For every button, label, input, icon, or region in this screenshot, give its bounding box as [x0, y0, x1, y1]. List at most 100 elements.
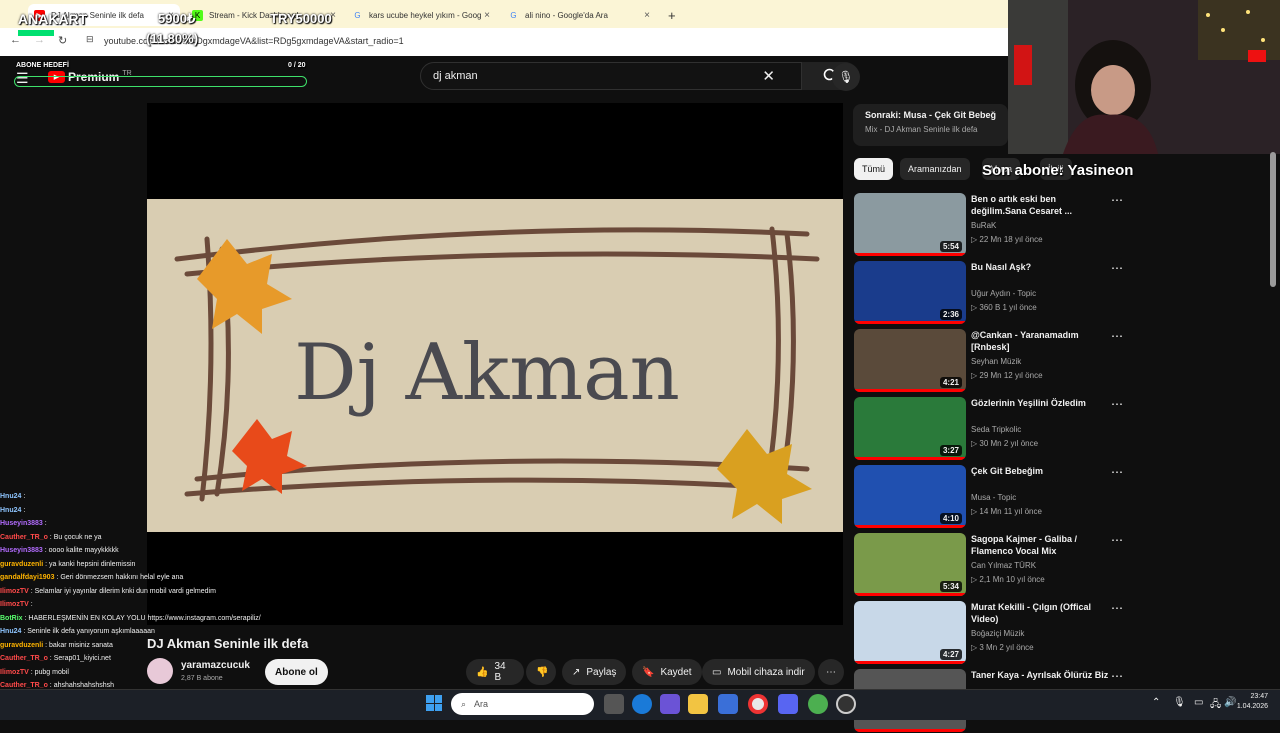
mic-tray-icon[interactable]: 🎙: [1173, 697, 1186, 708]
video-duration: 4:21: [939, 377, 962, 388]
voice-search-button[interactable]: 🎙: [832, 63, 860, 91]
chip-from-search[interactable]: Aramanızdan: [900, 158, 970, 180]
more-icon[interactable]: ⋯: [1111, 193, 1123, 207]
share-button[interactable]: ↗ Paylaş: [562, 659, 627, 685]
close-icon[interactable]: ×: [484, 10, 490, 21]
more-icon[interactable]: ⋯: [1111, 397, 1123, 411]
share-label: Paylaş: [586, 666, 617, 678]
video-title[interactable]: Gözlerinin Yeşilini Özledim: [971, 397, 1111, 409]
video-thumbnail[interactable]: 4:10: [854, 465, 966, 528]
chip-all[interactable]: Tümü: [854, 158, 894, 180]
up-next-panel[interactable]: Sonraki: Musa - Çek Git Bebeğim ( Mix - …: [853, 104, 1008, 146]
recommended-video[interactable]: 3:27 Gözlerinin Yeşilini Özledim Seda Trip…: [854, 397, 1144, 461]
download-button[interactable]: ▭ Mobil cihaza indir: [702, 659, 815, 685]
watch-progress-bar: [854, 253, 966, 256]
obs-icon[interactable]: [836, 694, 856, 714]
chevron-up-icon[interactable]: ⌃: [1152, 697, 1160, 708]
windows-start-icon[interactable]: [426, 695, 442, 711]
chrome-profile-icon[interactable]: [808, 694, 828, 714]
store-icon[interactable]: [718, 694, 738, 714]
tab-google-2[interactable]: G ali nino - Google'da Ara ×: [502, 4, 656, 26]
clock[interactable]: 23:47 1.04.2026: [1234, 693, 1268, 710]
video-title[interactable]: Taner Kaya - Ayrılsak Ölürüz Biz: [971, 669, 1111, 681]
video-title[interactable]: Çek Git Bebeğim: [971, 465, 1111, 477]
network-icon[interactable]: 🖧: [1210, 697, 1221, 714]
more-icon[interactable]: ⋯: [1111, 465, 1123, 479]
chat-message: Cauther_TR_o : Bu çocuk ne ya: [0, 531, 340, 545]
video-title[interactable]: Bu Nasıl Aşk?: [971, 261, 1111, 273]
channel-name[interactable]: Seda Tripkolic: [971, 425, 1021, 434]
copilot-icon[interactable]: [660, 694, 680, 714]
more-icon[interactable]: ⋯: [1111, 329, 1123, 343]
folder-icon[interactable]: [688, 694, 708, 714]
video-thumbnail[interactable]: 3:27: [854, 397, 966, 460]
more-actions-button[interactable]: ⋯: [818, 659, 844, 685]
chat-username[interactable]: IlimozTV: [0, 601, 29, 608]
discord-icon[interactable]: [778, 694, 798, 714]
video-thumbnail[interactable]: 5:54: [854, 193, 966, 256]
chat-username[interactable]: BotRix: [0, 615, 23, 622]
recommended-video[interactable]: 4:27 Murat Kekilli - Çılgın (Offical Vide…: [854, 601, 1144, 665]
chat-username[interactable]: IlimozTV: [0, 669, 29, 676]
more-icon[interactable]: ⋯: [1111, 669, 1123, 683]
chat-username[interactable]: Cauther_TR_o: [0, 682, 48, 689]
recommended-video[interactable]: 5:34 Sagopa Kajmer - Galiba / Flamenco Vo…: [854, 533, 1144, 597]
save-button[interactable]: 🔖 Kaydet: [632, 659, 702, 685]
channel-name[interactable]: BuRaK: [971, 221, 996, 230]
video-thumbnail[interactable]: 4:21: [854, 329, 966, 392]
tab-google-1[interactable]: G kars ucube heykel yıkım - Goog ×: [346, 4, 496, 26]
chat-username[interactable]: Hnu24: [0, 493, 21, 500]
channel-name[interactable]: Boğaziçi Müzik: [971, 629, 1024, 638]
edge-icon[interactable]: [632, 694, 652, 714]
recommended-video[interactable]: 4:10 Çek Git Bebeğim Musa - Topic ▷ 14 Mn 1…: [854, 465, 1144, 529]
chat-username[interactable]: Hnu24: [0, 507, 21, 514]
video-thumbnail[interactable]: 2:36: [854, 261, 966, 324]
close-icon[interactable]: ×: [644, 10, 650, 21]
video-title[interactable]: @Cankan - Yaranamadım [Rnbesk]: [971, 329, 1111, 353]
chat-username[interactable]: Huseyin3883: [0, 520, 43, 527]
recommended-video[interactable]: 5:54 Ben o artık eski ben değilim.Sana Ce…: [854, 193, 1144, 257]
chat-username[interactable]: guravduzenli: [0, 642, 43, 649]
video-meta: ▷ 14 Mn 11 yıl önce: [971, 507, 1042, 516]
recommended-video[interactable]: 4:21 @Cankan - Yaranamadım [Rnbesk] Seyhan…: [854, 329, 1144, 393]
google-icon: G: [510, 10, 517, 20]
video-title[interactable]: Sagopa Kajmer - Galiba / Flamenco Vocal …: [971, 533, 1111, 557]
clear-search-icon[interactable]: ✕: [762, 67, 775, 85]
task-view-icon[interactable]: [604, 694, 624, 714]
chat-username[interactable]: guravduzenli: [0, 561, 43, 568]
watch-progress-bar: [854, 457, 966, 460]
video-meta: ▷ 360 B 1 yıl önce: [971, 303, 1037, 312]
more-icon[interactable]: ⋯: [1111, 533, 1123, 547]
video-duration: 2:36: [939, 309, 962, 320]
channel-name[interactable]: Seyhan Müzik: [971, 357, 1021, 366]
clock-time: 23:47: [1250, 693, 1268, 700]
video-thumbnail[interactable]: 5:34: [854, 533, 966, 596]
chat-username[interactable]: IlimozTV: [0, 588, 29, 595]
video-title[interactable]: Murat Kekilli - Çılgın (Offical Video): [971, 601, 1111, 625]
channel-name[interactable]: Can Yılmaz TÜRK: [971, 561, 1036, 570]
video-title[interactable]: Ben o artık eski ben değilim.Sana Cesare…: [971, 193, 1111, 217]
recommended-video[interactable]: 2:36 Bu Nasıl Aşk? Uğur Aydın - Topic ▷ 360…: [854, 261, 1144, 325]
channel-name[interactable]: Uğur Aydın - Topic: [971, 289, 1036, 298]
site-info-icon[interactable]: ⊟: [86, 34, 94, 45]
display-icon[interactable]: ▭: [1194, 697, 1203, 708]
chat-username[interactable]: Huseyin3883: [0, 547, 43, 554]
chat-username[interactable]: Hnu24: [0, 628, 21, 635]
chat-username[interactable]: Cauther_TR_o: [0, 534, 48, 541]
reload-icon[interactable]: ↻: [58, 34, 67, 47]
scrollbar[interactable]: [1270, 152, 1276, 287]
more-icon[interactable]: ⋯: [1111, 601, 1123, 615]
dislike-button[interactable]: 👎: [526, 659, 556, 685]
taskbar-search[interactable]: ⌕ Ara: [451, 693, 594, 715]
search-input[interactable]: dj akman ✕: [420, 62, 859, 90]
chat-username[interactable]: gandalfdayi1903: [0, 574, 54, 581]
like-button[interactable]: 👍 34 B: [466, 659, 524, 685]
chat-message: IlimozTV : pubg mobil: [0, 666, 340, 680]
search-value: dj akman: [433, 70, 478, 82]
new-tab-button[interactable]: +: [662, 4, 682, 26]
chrome-icon[interactable]: [748, 694, 768, 714]
more-icon[interactable]: ⋯: [1111, 261, 1123, 275]
channel-name[interactable]: Musa - Topic: [971, 493, 1016, 502]
video-thumbnail[interactable]: 4:27: [854, 601, 966, 664]
chat-username[interactable]: Cauther_TR_o: [0, 655, 48, 662]
